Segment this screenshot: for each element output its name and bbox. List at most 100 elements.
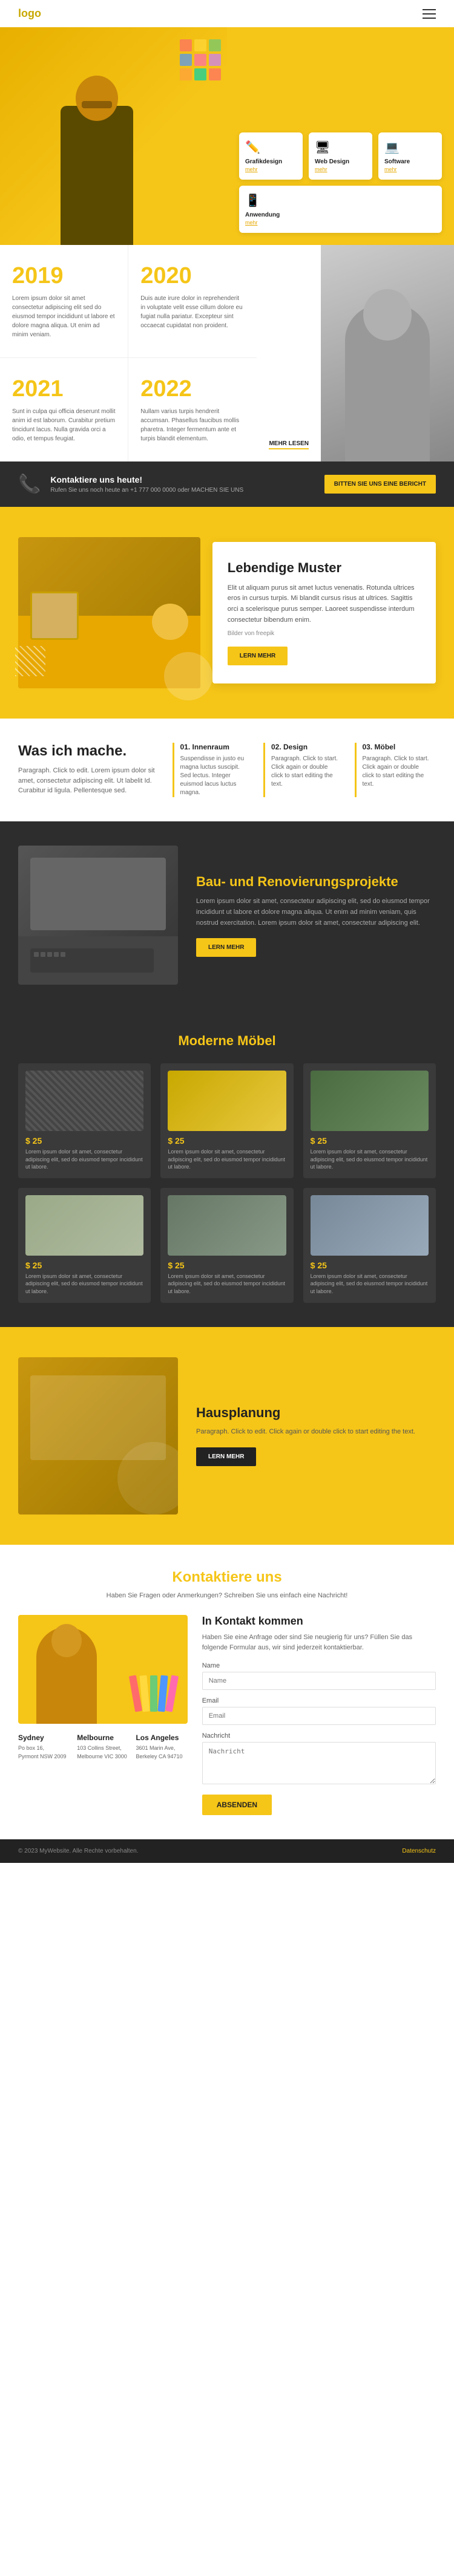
plan-image: [18, 1357, 178, 1515]
years-grid: 2019 Lorem ipsum dolor sit amet consecte…: [0, 245, 257, 461]
email-input[interactable]: [202, 1707, 436, 1725]
banner-cta-button[interactable]: BITTEN SIE UNS EINE BERICHT: [324, 475, 436, 494]
hamburger-line-2: [423, 13, 436, 15]
build-title: Bau- und Renovierungsprojekte: [196, 873, 436, 891]
contact-form-col: In Kontakt kommen Haben Sie eine Anfrage…: [202, 1615, 436, 1815]
contact-intro: Haben Sie Fragen oder Anmerkungen? Schre…: [18, 1591, 436, 1601]
what-title: Was ich mache.: [18, 743, 160, 760]
footer-link[interactable]: Datenschutz: [402, 1848, 436, 1854]
email-field: Email: [202, 1697, 436, 1725]
service-link[interactable]: mehr: [245, 220, 436, 226]
furniture-item-2: $ 25 Lorem ipsum dolor sit amet, consect…: [160, 1063, 293, 1178]
furniture-price: $ 25: [168, 1260, 286, 1270]
office-city: Los Angeles: [136, 1733, 187, 1742]
furniture-desc: Lorem ipsum dolor sit amet, consectetur …: [311, 1148, 429, 1171]
read-more-link[interactable]: mehr lesen: [269, 440, 309, 449]
furniture-image-6: [311, 1195, 429, 1256]
year-text: Lorem ipsum dolor sit amet consectetur a…: [12, 294, 116, 339]
service-link[interactable]: mehr: [245, 166, 297, 172]
years-section: 2019 Lorem ipsum dolor sit amet consecte…: [0, 245, 454, 461]
woman-photo: [321, 245, 454, 461]
service-icon: 💻: [384, 140, 436, 155]
what-item-text: Paragraph. Click to start. Click again o…: [271, 755, 339, 789]
service-icon: 🖥: [315, 140, 366, 155]
year-text: Duis aute irure dolor in reprehenderit i…: [140, 294, 245, 330]
lively-text: Elit ut aliquam purus sit amet luctus ve…: [228, 583, 421, 625]
read-more-area: mehr lesen: [257, 245, 321, 461]
contact-banner: 📞 Kontaktiere uns heute! Rufen Sie uns n…: [0, 461, 454, 507]
service-card-0: ✏️ Grafikdesign mehr: [239, 132, 303, 180]
form-title: In Kontakt kommen: [202, 1615, 436, 1628]
plan-text-col: Hausplanung Paragraph. Click to edit. Cl…: [196, 1405, 436, 1466]
year-label: 2019: [12, 263, 116, 289]
contact-photo: [18, 1615, 188, 1724]
furniture-title: Moderne Möbel: [18, 1033, 436, 1049]
footer: © 2023 MyWebsite. Alle Rechte vorbehalte…: [0, 1839, 454, 1863]
hero-section: ✏️ Grafikdesign mehr 🖥 Web Design mehr 💻…: [0, 27, 454, 245]
message-input[interactable]: [202, 1742, 436, 1784]
banner-left: 📞 Kontaktiere uns heute! Rufen Sie uns n…: [18, 474, 243, 495]
hero-image-area: [0, 27, 227, 245]
office-city: Sydney: [18, 1733, 70, 1742]
circle-deco: [164, 652, 212, 700]
service-cards-row: ✏️ Grafikdesign mehr 🖥 Web Design mehr 💻…: [239, 132, 442, 245]
service-name: Software: [384, 158, 436, 165]
furniture-image-5: [168, 1195, 286, 1256]
hamburger-menu[interactable]: [423, 9, 436, 19]
furniture-price: $ 25: [25, 1136, 143, 1146]
contact-left-col: Sydney Po box 16, Pyrmont NSW 2009 Melbo…: [18, 1615, 188, 1815]
service-card-1: 🖥 Web Design mehr: [309, 132, 372, 180]
service-icon: 📱: [245, 193, 436, 208]
year-2020: 2020 Duis aute irure dolor in reprehende…: [128, 245, 257, 358]
name-input[interactable]: [202, 1672, 436, 1690]
furniture-price: $ 25: [311, 1260, 429, 1270]
service-link[interactable]: mehr: [315, 166, 366, 172]
furniture-item-3: $ 25 Lorem ipsum dolor sit amet, consect…: [303, 1063, 436, 1178]
furniture-image-1: [25, 1071, 143, 1131]
plan-text: Paragraph. Click to edit. Click again or…: [196, 1427, 436, 1438]
phone-icon: 📞: [18, 474, 41, 495]
build-image: [18, 846, 178, 985]
banner-text: Kontaktiere uns heute! Rufen Sie uns noc…: [50, 475, 243, 494]
furniture-desc: Lorem ipsum dolor sit amet, consectetur …: [311, 1273, 429, 1296]
furniture-desc: Lorem ipsum dolor sit amet, consectetur …: [168, 1273, 286, 1296]
year-2019: 2019 Lorem ipsum dolor sit amet consecte…: [0, 245, 128, 358]
message-field: Nachricht: [202, 1732, 436, 1787]
build-learn-more-button[interactable]: LERN MEHR: [196, 938, 256, 957]
what-item-text: Suspendisse in justo eu magna luctus sus…: [180, 755, 248, 797]
furniture-price: $ 25: [168, 1136, 286, 1146]
office-address: 103 Collins Street, Melbourne VIC 3000: [77, 1744, 128, 1761]
service-link[interactable]: mehr: [384, 166, 436, 172]
furniture-price: $ 25: [25, 1260, 143, 1270]
furniture-desc: Lorem ipsum dolor sit amet, consectetur …: [25, 1148, 143, 1171]
office-city: Melbourne: [77, 1733, 128, 1742]
hero-cards-area: ✏️ Grafikdesign mehr 🖥 Web Design mehr 💻…: [227, 27, 454, 245]
year-2021: 2021 Sunt in culpa qui officia deserunt …: [0, 358, 128, 461]
hamburger-line-3: [423, 18, 436, 19]
what-left: Was ich mache. Paragraph. Click to edit.…: [18, 743, 160, 797]
logo[interactable]: logo: [18, 7, 41, 20]
what-item-design: 02. Design Paragraph. Click to start. Cl…: [263, 743, 345, 797]
contact-content: Sydney Po box 16, Pyrmont NSW 2009 Melbo…: [18, 1615, 436, 1815]
plan-learn-more-button[interactable]: LERN MEHR: [196, 1447, 256, 1466]
submit-button[interactable]: ABSENDEN: [202, 1795, 272, 1815]
what-item-title: 02. Design: [271, 743, 339, 751]
year-2022: 2022 Nullam varius turpis hendrerit accu…: [128, 358, 257, 461]
hamburger-line-1: [423, 9, 436, 10]
what-intro: Paragraph. Click to edit. Lorem ipsum do…: [18, 766, 160, 796]
furniture-item-5: $ 25 Lorem ipsum dolor sit amet, consect…: [160, 1188, 293, 1303]
lively-text-col: Lebendige Muster Elit ut aliquam purus s…: [212, 542, 436, 683]
year-label: 2021: [12, 376, 116, 402]
message-label: Nachricht: [202, 1732, 436, 1740]
furniture-item-4: $ 25 Lorem ipsum dolor sit amet, consect…: [18, 1188, 151, 1303]
what-item-mobel: 03. Möbel Paragraph. Click to start. Cli…: [355, 743, 436, 797]
service-name: Grafikdesign: [245, 158, 297, 165]
lively-title: Lebendige Muster: [228, 560, 421, 576]
contact-section: Kontaktiere uns Haben Sie Fragen oder An…: [0, 1545, 454, 1840]
contact-title: Kontaktiere uns: [18, 1569, 436, 1586]
year-label: 2020: [140, 263, 245, 289]
email-label: Email: [202, 1697, 436, 1704]
offices-row: Sydney Po box 16, Pyrmont NSW 2009 Melbo…: [18, 1733, 188, 1761]
service-name: Web Design: [315, 158, 366, 165]
lively-learn-more-button[interactable]: LERN MEHR: [228, 647, 288, 665]
